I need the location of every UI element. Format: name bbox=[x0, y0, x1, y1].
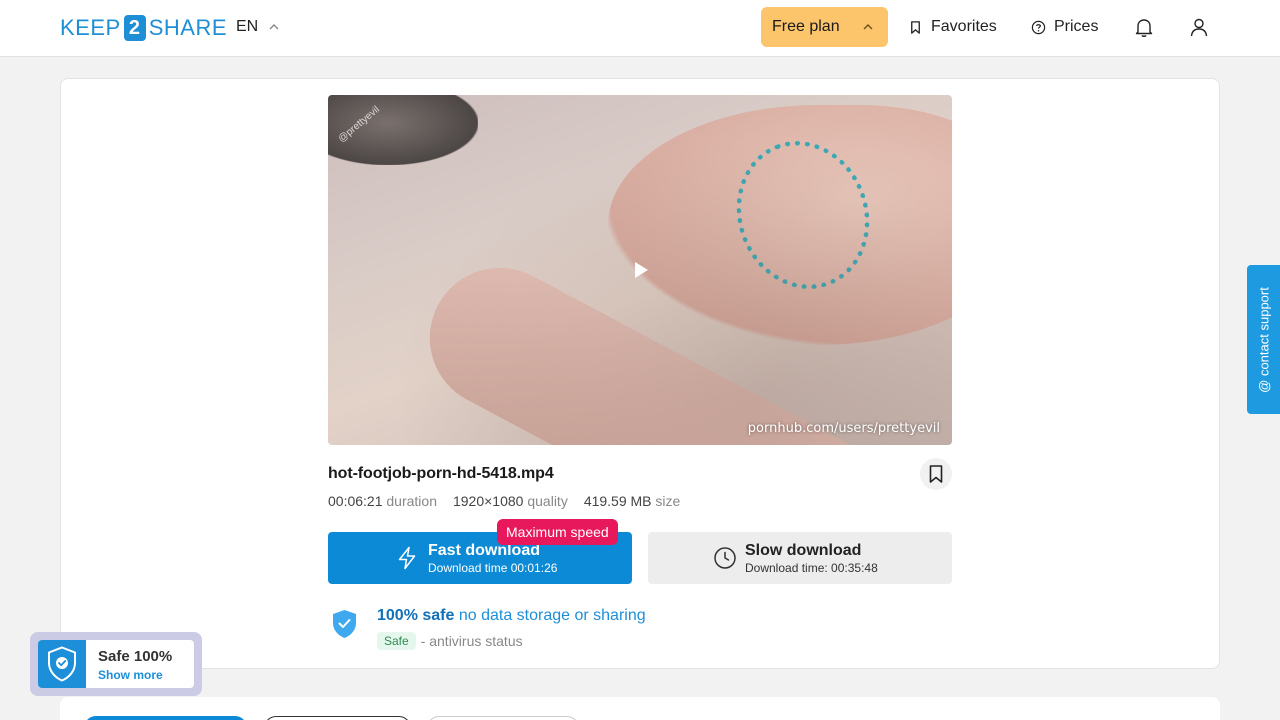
fast-download-time: Download time 00:01:26 bbox=[428, 561, 558, 575]
play-icon[interactable] bbox=[630, 259, 652, 281]
chevron-up-icon bbox=[269, 24, 279, 30]
duration-value: 00:06:21 bbox=[328, 493, 383, 509]
contact-support-tab[interactable]: @ contact support bbox=[1247, 265, 1280, 414]
bookmark-icon bbox=[911, 20, 920, 34]
safety-rest: no data storage or sharing bbox=[458, 607, 646, 624]
size-label: size bbox=[655, 493, 681, 509]
video-preview[interactable]: @prettyevil pornhub.com/users/prettyevil bbox=[328, 95, 952, 445]
user-icon bbox=[1190, 18, 1208, 37]
maximum-speed-badge: Maximum speed bbox=[497, 519, 618, 545]
bookmark-icon bbox=[929, 465, 943, 483]
file-meta: 00:06:21 duration 1920×1080 quality 419.… bbox=[328, 493, 680, 509]
clock-icon bbox=[714, 547, 736, 569]
file-duration: 00:06:21 duration bbox=[328, 493, 437, 509]
slow-download-title: Slow download bbox=[745, 542, 862, 559]
add-favorite-button[interactable] bbox=[920, 458, 952, 490]
free-plan-button[interactable]: Free plan bbox=[761, 7, 888, 47]
lightning-icon bbox=[398, 546, 416, 570]
show-more-link[interactable]: Show more bbox=[98, 668, 163, 682]
chevron-up-icon bbox=[863, 24, 873, 30]
safe-widget-title: Safe 100% bbox=[98, 648, 173, 665]
prices-link[interactable]: Prices bbox=[1031, 16, 1098, 38]
logo-text-right: SHARE bbox=[148, 15, 227, 40]
safe-widget-icon-box bbox=[38, 640, 86, 688]
antivirus-label: - antivirus status bbox=[420, 633, 523, 649]
video-watermark: pornhub.com/users/prettyevil bbox=[747, 421, 940, 436]
safe-widget-inner: Safe 100% Show more bbox=[38, 640, 194, 688]
file-quality: 1920×1080 quality bbox=[453, 493, 568, 509]
safety-statement: 100% safe no data storage or sharing bbox=[377, 607, 646, 625]
plan-label: Free plan bbox=[772, 18, 840, 35]
safety-bold: 100% safe bbox=[377, 607, 455, 624]
antivirus-status: Safe - antivirus status bbox=[377, 632, 523, 650]
language-selector[interactable]: EN bbox=[236, 16, 280, 38]
slow-download-time: Download time: 00:35:48 bbox=[745, 561, 878, 575]
safe-tag: Safe bbox=[377, 632, 416, 650]
bottom-tab-1[interactable] bbox=[84, 716, 247, 720]
account-button[interactable] bbox=[1187, 15, 1211, 39]
bottom-tab-3[interactable] bbox=[427, 716, 579, 720]
prices-label: Prices bbox=[1054, 18, 1099, 35]
size-value: 419.59 MB bbox=[583, 493, 652, 509]
shield-check-icon bbox=[333, 610, 356, 638]
quality-label: quality bbox=[527, 493, 568, 509]
slow-download-button[interactable]: Slow download Download time: 00:35:48 bbox=[648, 532, 952, 584]
quality-value: 1920×1080 bbox=[452, 493, 524, 509]
logo-text-mid: 2 bbox=[123, 15, 146, 41]
bottom-tab-2[interactable] bbox=[264, 716, 411, 720]
logo-text-left: KEEP bbox=[60, 15, 121, 40]
contact-support-label: @ contact support bbox=[1256, 286, 1271, 393]
file-name: hot-footjob-porn-hd-5418.mp4 bbox=[328, 465, 554, 482]
language-label: EN bbox=[236, 18, 259, 35]
file-size: 419.59 MB size bbox=[584, 493, 681, 509]
favorites-link[interactable]: Favorites bbox=[908, 16, 997, 38]
favorites-label: Favorites bbox=[931, 18, 997, 35]
site-logo[interactable]: KEEP 2 SHARE bbox=[60, 15, 227, 41]
help-circle-icon bbox=[1031, 20, 1046, 34]
safe-widget[interactable]: Safe 100% Show more bbox=[30, 632, 202, 696]
bell-icon bbox=[1135, 19, 1153, 37]
notifications-button[interactable] bbox=[1132, 15, 1156, 39]
duration-label: duration bbox=[386, 493, 437, 509]
top-header: KEEP 2 SHARE EN Free plan Favorites Pric… bbox=[0, 0, 1280, 57]
shield-check-icon bbox=[48, 646, 76, 682]
